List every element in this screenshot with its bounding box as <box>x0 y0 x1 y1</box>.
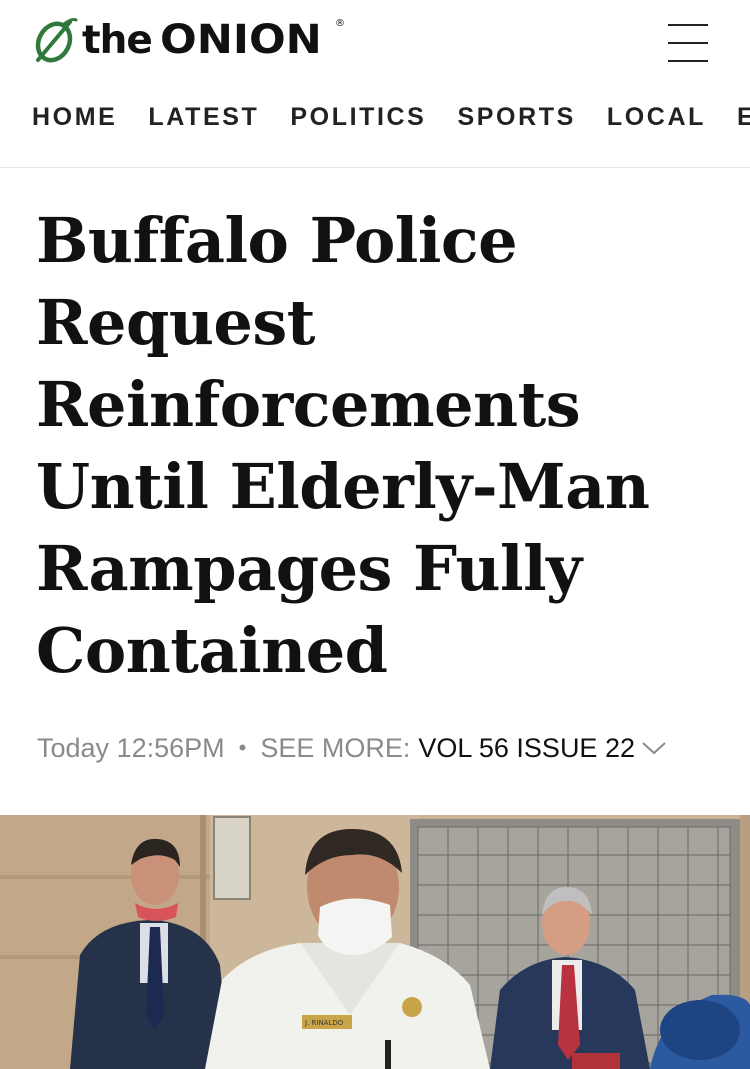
section-nav: HOME LATEST POLITICS SPORTS LOCAL ENTER <box>32 100 750 136</box>
logo-the-text: the <box>82 17 153 63</box>
press-conference-photo: J. RINALDO <box>0 815 750 1069</box>
nav-item-entertainment[interactable]: ENTER <box>737 100 750 134</box>
menu-line <box>668 24 708 26</box>
see-more-label: SEE MORE: <box>260 732 411 763</box>
article-hero-image[interactable]: J. RINALDO <box>0 815 750 1069</box>
meta-separator: • <box>238 735 247 760</box>
menu-line <box>668 60 708 62</box>
article-meta: Today 12:56PM • SEE MORE: VOL 56 ISSUE 2… <box>37 728 667 768</box>
menu-line <box>668 42 708 44</box>
article-timestamp: Today 12:56PM <box>37 732 225 763</box>
hamburger-menu-icon[interactable] <box>664 22 712 68</box>
issue-link[interactable]: VOL 56 ISSUE 22 <box>418 733 635 764</box>
article-headline: Buffalo Police Request Reinforcements Un… <box>36 204 650 687</box>
nav-item-politics[interactable]: POLITICS <box>290 100 426 134</box>
nav-item-home[interactable]: HOME <box>32 100 117 134</box>
site-header: the ONION ® HOME LATEST POLITICS SPORTS … <box>0 0 750 168</box>
nav-item-local[interactable]: LOCAL <box>607 100 706 134</box>
name-badge-text: J. RINALDO <box>304 1019 344 1027</box>
site-logo[interactable]: the ONION ® <box>30 14 345 66</box>
nav-item-latest[interactable]: LATEST <box>148 100 259 134</box>
nav-item-sports[interactable]: SPORTS <box>457 100 575 134</box>
chevron-down-icon[interactable] <box>641 740 667 756</box>
registered-mark: ® <box>335 18 345 29</box>
onion-logo-icon <box>35 18 78 63</box>
logo-brand-text: ONION <box>159 17 322 63</box>
